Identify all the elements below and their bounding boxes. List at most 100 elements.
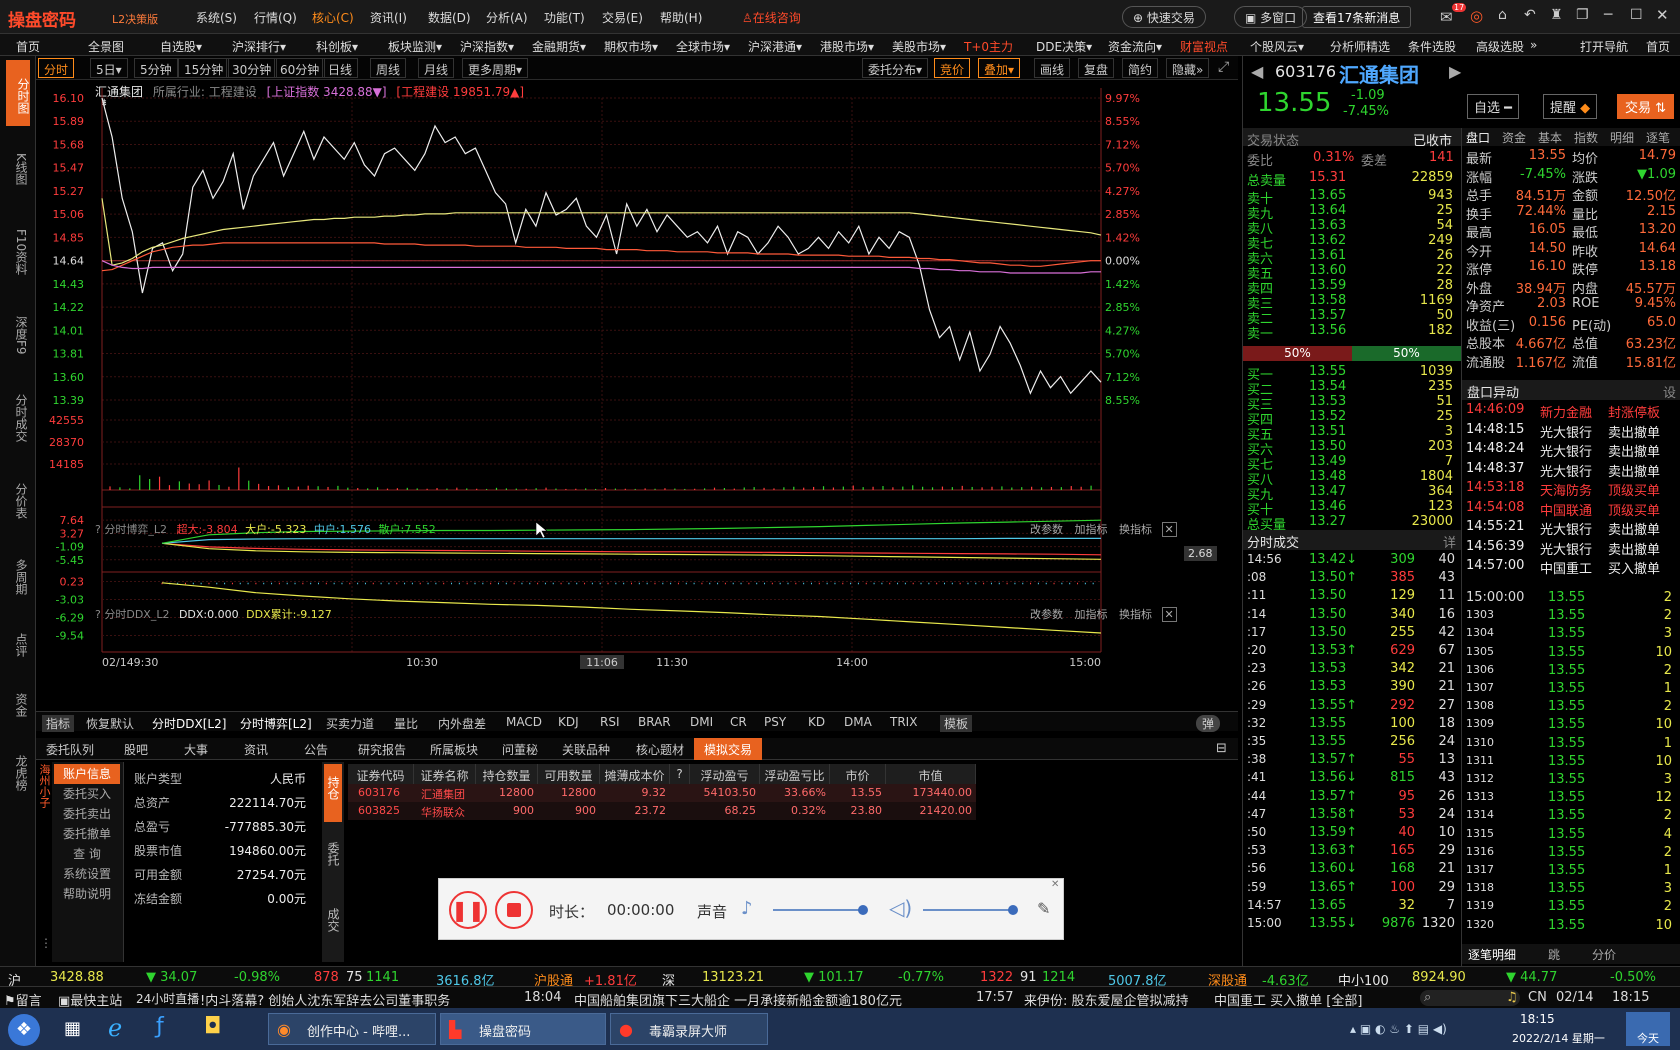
ind-cr[interactable]: CR bbox=[730, 715, 747, 729]
menu-cancel[interactable]: 委托撤单 bbox=[54, 824, 120, 844]
period-60min[interactable]: 60分钟 bbox=[274, 58, 326, 78]
close-icon[interactable]: ✕ bbox=[1656, 6, 1669, 24]
period-5min[interactable]: 5分钟 bbox=[134, 58, 178, 78]
pause-button[interactable]: ❚❚ bbox=[449, 891, 487, 929]
menu-analysis[interactable]: 分析(A) bbox=[486, 9, 528, 26]
side-tab-orders[interactable]: 委托 bbox=[324, 830, 342, 888]
tab-f10[interactable]: F10资料 bbox=[10, 212, 28, 292]
hide-button[interactable]: 隐藏» bbox=[1166, 58, 1210, 78]
help-icon[interactable]: ? bbox=[95, 608, 101, 621]
holdings-cell[interactable]: 23.72 bbox=[600, 802, 670, 820]
holdings-header[interactable]: 证券名称 bbox=[414, 764, 476, 784]
holdings-cell[interactable]: 900 bbox=[476, 802, 538, 820]
tab-capital[interactable]: 资金 bbox=[10, 680, 28, 730]
ind-volume-ratio[interactable]: 量比 bbox=[394, 715, 418, 732]
holdings-header[interactable]: ? bbox=[670, 764, 690, 784]
ind-macd[interactable]: MACD bbox=[506, 715, 542, 729]
ind-game[interactable]: 分时博弈[L2] bbox=[240, 715, 312, 732]
yidong-settings[interactable]: 设 bbox=[1663, 382, 1676, 401]
speaker-volume-slider[interactable] bbox=[923, 905, 1018, 915]
menu-help[interactable]: 帮助(H) bbox=[660, 9, 702, 26]
ind-psy[interactable]: PSY bbox=[764, 715, 786, 729]
draw-button[interactable]: 画线 bbox=[1034, 58, 1071, 78]
news-item-1[interactable]: !内斗落幕? 创始人沈东军辞去公司董事职务 bbox=[200, 990, 450, 1009]
nav-futures[interactable]: 金融期货▾ bbox=[532, 38, 586, 55]
menu-help[interactable]: 帮助说明 bbox=[54, 884, 120, 904]
mail-icon[interactable]: ✉ bbox=[1440, 8, 1453, 26]
nav-dde[interactable]: DDE决策▾ bbox=[1036, 38, 1092, 55]
holdings-header[interactable]: 持仓数量 bbox=[476, 764, 538, 784]
menu-sell[interactable]: 委托卖出 bbox=[54, 804, 120, 824]
tab-news[interactable]: 资讯 bbox=[244, 741, 268, 758]
tab-sector[interactable]: 所属板块 bbox=[430, 741, 478, 758]
info-tab-2[interactable]: 基本 bbox=[1538, 129, 1562, 146]
yidong-stock[interactable]: 光大银行 bbox=[1540, 461, 1592, 480]
side-tab-position[interactable]: 持仓 bbox=[324, 764, 342, 822]
nav-screener[interactable]: 条件选股 bbox=[1408, 38, 1456, 55]
auction-button[interactable]: 竞价 bbox=[934, 58, 971, 78]
tab-research[interactable]: 研究报告 bbox=[358, 741, 406, 758]
change-indicator-link[interactable]: 换指标 bbox=[1119, 608, 1152, 621]
nav-panorama[interactable]: 全景图 bbox=[88, 38, 124, 55]
menu-account-info[interactable]: 账户信息 bbox=[54, 764, 120, 784]
tab-sim-trade[interactable]: 模拟交易 bbox=[694, 738, 763, 760]
change-indicator-link[interactable]: 换指标 bbox=[1119, 523, 1152, 536]
menu-quote[interactable]: 行情(Q) bbox=[254, 9, 297, 26]
holdings-cell[interactable] bbox=[670, 784, 690, 802]
back-icon[interactable]: ↶ bbox=[1524, 7, 1536, 23]
nav-wealth[interactable]: 财富视点 bbox=[1180, 38, 1228, 55]
menu-info[interactable]: 资讯(I) bbox=[370, 9, 407, 26]
trade-button[interactable]: 交易 ⇅ bbox=[1617, 94, 1675, 119]
yidong-stock[interactable]: 中国联通 bbox=[1540, 500, 1592, 519]
holdings-cell[interactable]: 13.55 bbox=[830, 784, 886, 802]
restore-icon[interactable]: ❐ bbox=[1576, 7, 1589, 23]
holdings-cell[interactable]: 华扬联众 bbox=[414, 802, 476, 820]
home-icon[interactable]: ⌂ bbox=[1498, 7, 1507, 23]
yidong-stock[interactable]: 光大银行 bbox=[1540, 519, 1592, 538]
help-icon[interactable]: ? bbox=[95, 523, 101, 536]
news-item-3[interactable]: 来伊份: 股东爱屋企管拟减持 bbox=[1024, 990, 1189, 1009]
tray-icons[interactable]: ▴ ▣ ◐ ♨ ⬆ ▤ ◀) bbox=[1350, 1022, 1447, 1036]
holdings-header[interactable]: 摊薄成本价 bbox=[600, 764, 670, 784]
yidong-stock[interactable]: 天海防务 bbox=[1540, 480, 1592, 499]
holdings-cell[interactable]: 12800 bbox=[476, 784, 538, 802]
holdings-cell[interactable] bbox=[670, 802, 690, 820]
info-tab-5[interactable]: 逐笔 bbox=[1646, 129, 1670, 146]
overlay-button[interactable]: 叠加▾ bbox=[978, 58, 1021, 78]
next-stock-icon[interactable]: ▶ bbox=[1449, 62, 1461, 81]
info-tab-1[interactable]: 资金 bbox=[1502, 129, 1526, 146]
ie-icon[interactable]: ℯ bbox=[108, 1014, 122, 1042]
yidong-stock[interactable]: 光大银行 bbox=[1540, 422, 1592, 441]
ind-kdj[interactable]: KDJ bbox=[558, 715, 579, 729]
tab-dragon-tiger[interactable]: 龙虎榜 bbox=[10, 740, 28, 806]
indicator-label[interactable]: 指标 bbox=[42, 715, 75, 732]
minimize-icon[interactable]: ─ bbox=[1604, 7, 1612, 23]
holdings-header[interactable]: 证券代码 bbox=[348, 764, 414, 784]
tab-related[interactable]: 关联品种 bbox=[562, 741, 610, 758]
holdings-header[interactable]: 浮动盈亏比 bbox=[760, 764, 830, 784]
holdings-header[interactable]: 浮动盈亏 bbox=[690, 764, 760, 784]
tab-kline[interactable]: K线图 bbox=[10, 136, 28, 202]
tab-detail[interactable]: 逐笔明细 bbox=[1468, 946, 1516, 963]
speaker-icon[interactable]: ◁) bbox=[889, 896, 912, 920]
app-icon-bag[interactable]: ◘ bbox=[204, 1014, 221, 1039]
stop-button[interactable] bbox=[495, 891, 533, 929]
yidong-stock[interactable]: 新力金融 bbox=[1540, 402, 1592, 421]
holdings-cell[interactable]: 603176 bbox=[348, 784, 414, 802]
holdings-header[interactable]: 市价 bbox=[830, 764, 886, 784]
menu-settings[interactable]: 系统设置 bbox=[54, 864, 120, 884]
news-item-2[interactable]: 中国船舶集团旗下三大船企 一月承接新船金额逾180亿元 bbox=[574, 990, 902, 1009]
ind-force[interactable]: 买卖力道 bbox=[326, 715, 374, 732]
yidong-stock[interactable]: 光大银行 bbox=[1540, 441, 1592, 460]
grid-icon[interactable]: ▦ bbox=[64, 1018, 81, 1039]
nav-more[interactable]: » bbox=[1530, 38, 1537, 52]
watchlist-button[interactable]: 自选 ━ bbox=[1467, 94, 1519, 119]
template-button[interactable]: 模板 bbox=[940, 715, 973, 732]
bell-icon[interactable]: ♫ bbox=[1506, 990, 1518, 1005]
simple-button[interactable]: 简约 bbox=[1122, 58, 1159, 78]
multi-window-button[interactable]: ▣ 多窗口 bbox=[1234, 6, 1308, 28]
yidong-stock[interactable]: 中国重工 bbox=[1540, 558, 1592, 577]
tab-ticks[interactable]: 分时成交 bbox=[10, 378, 28, 458]
tab-ask-secretary[interactable]: 问董秘 bbox=[502, 741, 538, 758]
ind-dmi[interactable]: DMI bbox=[690, 715, 713, 729]
